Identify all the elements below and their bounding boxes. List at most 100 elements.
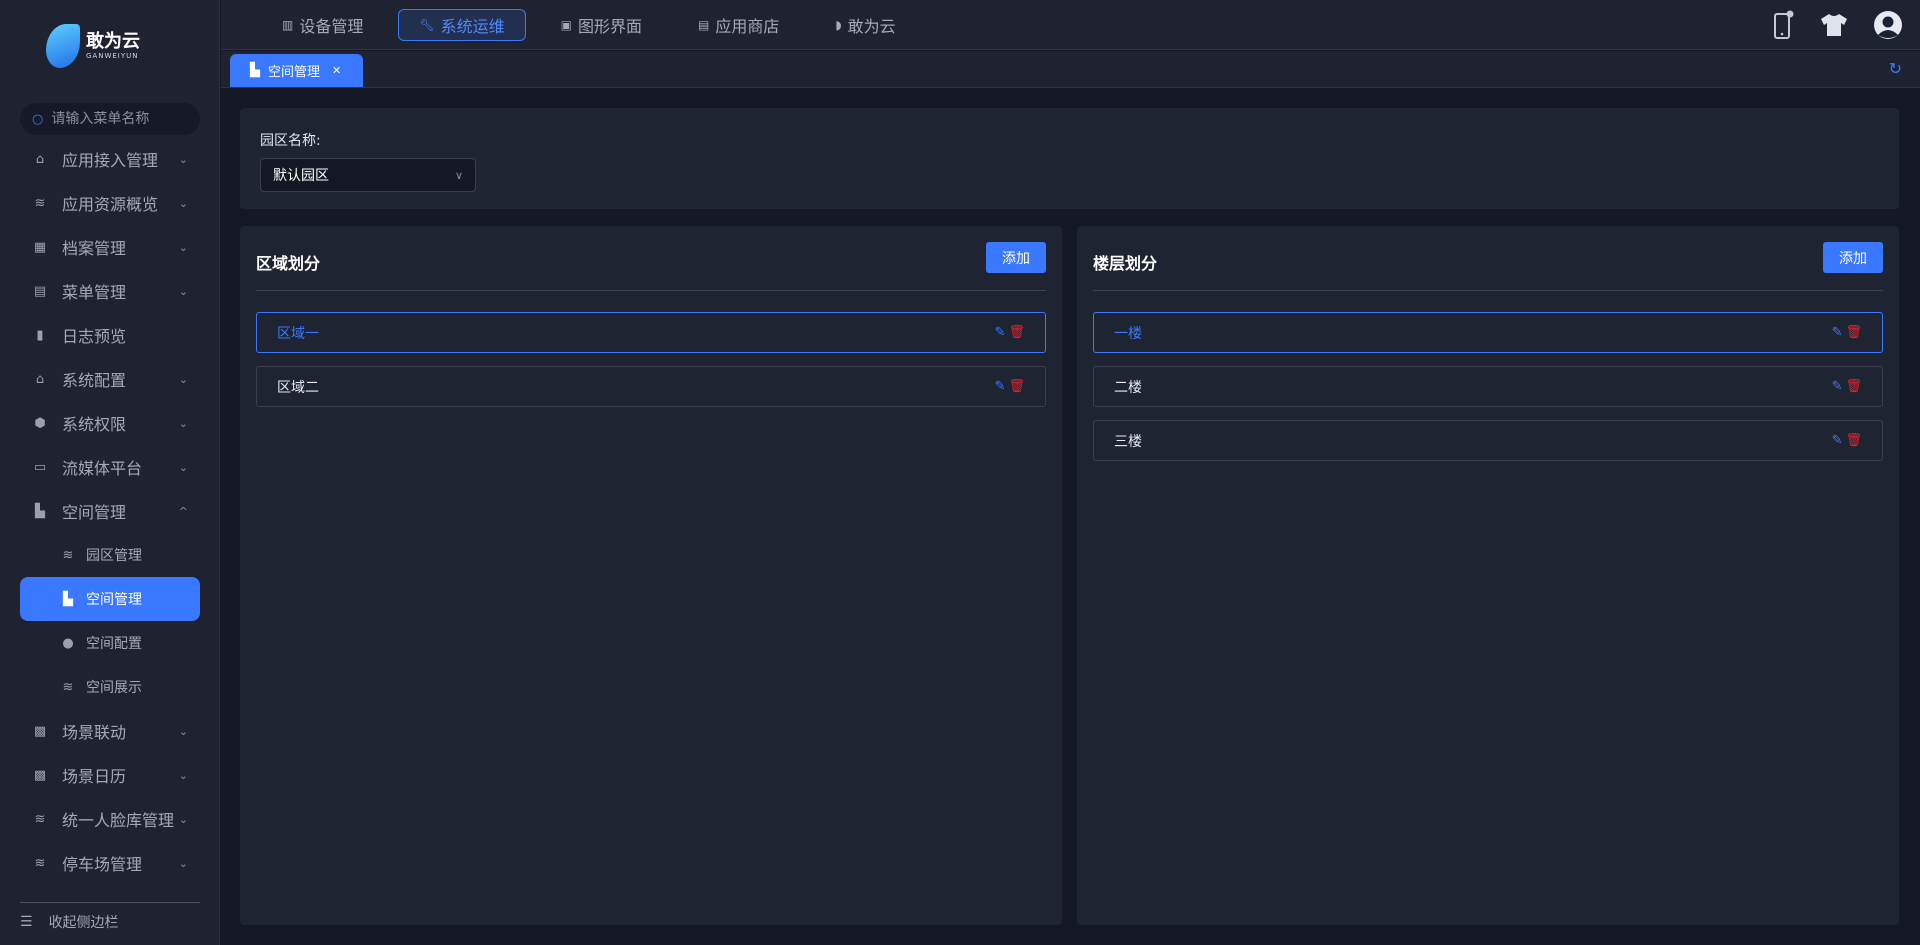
butterfly-icon: ◗ — [835, 17, 842, 32]
menu-search[interactable]: ○ — [20, 103, 200, 135]
chevron-down-icon: ⌄ — [178, 460, 188, 474]
layers-icon: ≋ — [34, 195, 46, 211]
delete-trash-icon[interactable]: 🗑︎ — [1845, 433, 1862, 448]
delete-trash-icon[interactable]: 🗑︎ — [1845, 379, 1862, 394]
sidebar-item[interactable]: ▩ 场景联动 ⌄ — [20, 709, 200, 753]
topnav-label: 应用商店 — [715, 16, 780, 36]
close-tab-icon[interactable]: ✕ — [332, 64, 341, 77]
edit-icon[interactable]: ✎ — [1832, 379, 1843, 394]
park-select[interactable]: 默认园区 ∨ — [260, 158, 476, 192]
home-icon: ⌂ — [35, 151, 45, 167]
chevron-down-icon: ⌄ — [178, 372, 188, 386]
chevron-down-icon: ⌄ — [178, 416, 188, 430]
list-item[interactable]: 一楼 ✎ 🗑︎ — [1093, 312, 1883, 353]
menu-label: 应用接入管理 — [62, 151, 159, 170]
topnav-label: 敢为云 — [847, 16, 896, 36]
menu-label: 应用资源概览 — [62, 195, 159, 214]
floor-panel-title: 楼层划分 — [1093, 254, 1158, 273]
building-icon: ▙ — [250, 63, 260, 78]
list-item[interactable]: 区域二 ✎ 🗑︎ — [256, 366, 1046, 407]
menu-label: 菜单管理 — [62, 283, 127, 302]
list-item[interactable]: 区域一 ✎ 🗑︎ — [256, 312, 1046, 353]
topnav-graphic-ui[interactable]: ▣ 图形界面 — [540, 9, 663, 41]
logo-name: 敢为云 — [86, 31, 140, 52]
sidebar-subitem[interactable]: ≋ 空间展示 — [20, 665, 200, 709]
store-icon: ▤ — [697, 17, 710, 32]
chevron-down-icon: ∨ — [454, 168, 463, 182]
sidebar-item[interactable]: ⌂ 应用接入管理 ⌄ — [20, 137, 200, 181]
refresh-icon[interactable]: ↻ — [1889, 59, 1902, 78]
chevron-down-icon: ⌄ — [178, 768, 188, 782]
menu-label: 空间管理 — [62, 503, 127, 522]
sidebar-subitem[interactable]: ▙ 空间管理 — [20, 577, 200, 621]
topnav-system-ops[interactable]: 🔧︎ 系统运维 — [398, 8, 526, 41]
theme-shirt-icon[interactable] — [1820, 13, 1848, 37]
delete-trash-icon[interactable]: 🗑︎ — [1845, 325, 1862, 340]
log-icon: ▮ — [36, 327, 44, 343]
edit-icon[interactable]: ✎ — [995, 379, 1006, 394]
menu-label: 日志预览 — [62, 327, 127, 346]
menu-label: 档案管理 — [62, 239, 127, 258]
sidebar-item[interactable]: ▙ 空间管理 ^ — [20, 489, 200, 533]
scene-icon: ▩ — [33, 723, 47, 739]
sidebar-item[interactable]: ▦ 档案管理 ⌄ — [20, 225, 200, 269]
user-avatar-icon[interactable] — [1874, 11, 1902, 39]
menu-search-input[interactable] — [51, 111, 182, 127]
monitor-icon: ▭ — [33, 459, 47, 475]
location-pin-icon: ● — [62, 635, 74, 651]
sidebar: 敢为云GANWEIYUN ○ ⌂ 应用接入管理 ⌄ ≋ 应用资源概览 ⌄ ▦ 档案管理 ⌄ ▤ 菜单… — [0, 0, 220, 945]
archive-icon: ▦ — [33, 239, 47, 255]
mobile-phone-icon[interactable] — [1774, 10, 1794, 40]
topnav-app-store[interactable]: ▤ 应用商店 — [677, 9, 800, 41]
chevron-down-icon: ⌄ — [178, 196, 188, 210]
chevron-up-icon: ^ — [178, 504, 188, 518]
sidebar-item[interactable]: ▭ 流媒体平台 ⌄ — [20, 445, 200, 489]
menu-label: 环境管理 — [62, 895, 126, 897]
chevron-down-icon: ⌄ — [178, 724, 188, 738]
menu-label: 系统配置 — [62, 371, 127, 390]
collapse-sidebar-button[interactable]: ☰ 收起侧边栏 — [20, 912, 119, 932]
area-panel: 区域划分 添加 区域一 ✎ 🗑︎ 区域二 ✎ 🗑︎ — [240, 226, 1062, 925]
sidebar-item[interactable]: ▤ 菜单管理 ⌄ — [20, 269, 200, 313]
menu-label: 停车场管理 — [62, 855, 143, 874]
list-item[interactable]: 三楼 ✎ 🗑︎ — [1093, 420, 1883, 461]
chevron-down-icon: ⌄ — [178, 856, 188, 870]
top-nav: ▥ 设备管理 🔧︎ 系统运维 ▣ 图形界面 ▤ 应用商店 ◗ 敢为云 — [221, 0, 1920, 50]
delete-trash-icon[interactable]: 🗑︎ — [1008, 325, 1025, 340]
edit-icon[interactable]: ✎ — [995, 325, 1006, 340]
edit-icon[interactable]: ✎ — [1832, 433, 1843, 448]
divider — [1093, 290, 1883, 291]
sidebar-item[interactable]: ▩ 场景日历 ⌄ — [20, 753, 200, 797]
floor-panel: 楼层划分 添加 一楼 ✎ 🗑︎ 二楼 ✎ 🗑︎ 三楼 ✎ 🗑︎ — [1077, 226, 1899, 925]
edit-icon[interactable]: ✎ — [1832, 325, 1843, 340]
sidebar-item[interactable]: ⬢ 系统权限 ⌄ — [20, 401, 200, 445]
sidebar-subitem[interactable]: ≋ 园区管理 — [20, 533, 200, 577]
home-icon: ⌂ — [35, 371, 45, 387]
topnav-label: 系统运维 — [440, 16, 505, 36]
sidebar-item[interactable]: ▮ 日志预览 — [20, 313, 200, 357]
add-area-button[interactable]: 添加 — [986, 242, 1046, 273]
delete-trash-icon[interactable]: 🗑︎ — [1008, 379, 1025, 394]
device-icon: ▥ — [282, 17, 294, 32]
sidebar-subitem[interactable]: ● 空间配置 — [20, 621, 200, 665]
sidebar-item[interactable]: ≋ 停车场管理 ⌄ — [20, 841, 200, 885]
park-name-label: 园区名称: — [260, 133, 321, 149]
divider — [256, 290, 1046, 291]
chevron-down-icon: ⌄ — [178, 240, 188, 254]
sidebar-item[interactable]: ≋环境管理 — [20, 885, 200, 897]
sidebar-item[interactable]: ≋ 应用资源概览 ⌄ — [20, 181, 200, 225]
topnav-ganweiyun[interactable]: ◗ 敢为云 — [814, 9, 916, 41]
menu-label: 系统权限 — [62, 415, 127, 434]
menu-label: 空间展示 — [86, 680, 142, 696]
sidebar-item[interactable]: ≋ 统一人脸库管理 ⌄ — [20, 797, 200, 841]
list-item[interactable]: 二楼 ✎ 🗑︎ — [1093, 366, 1883, 407]
add-floor-button[interactable]: 添加 — [1823, 242, 1883, 273]
menu-label: 空间管理 — [86, 592, 142, 608]
tab-space-management[interactable]: ▙ 空间管理 ✕ — [230, 54, 363, 87]
layers-icon: ≋ — [62, 547, 74, 563]
sidebar-item[interactable]: ⌂ 系统配置 ⌄ — [20, 357, 200, 401]
topnav-device-management[interactable]: ▥ 设备管理 — [261, 9, 384, 41]
menu-layout-icon: ▤ — [33, 283, 47, 299]
logo: 敢为云 GANWEIYUN — [46, 24, 140, 68]
menu-label: 场景联动 — [62, 723, 127, 742]
